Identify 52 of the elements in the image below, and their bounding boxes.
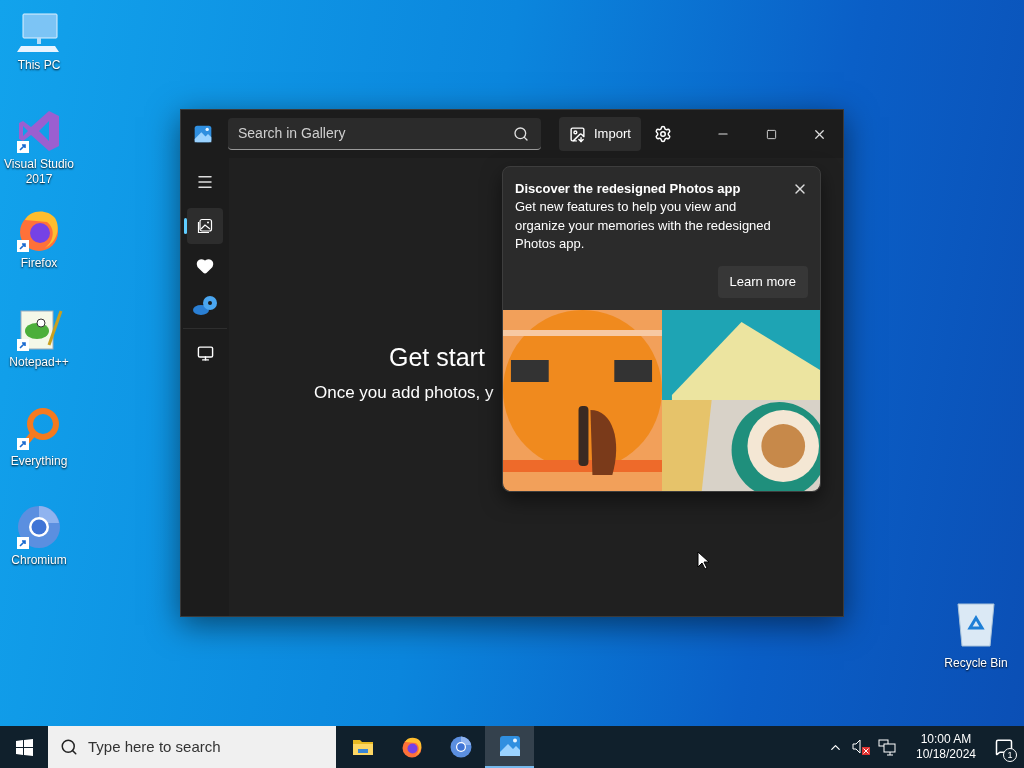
sidebar-item[interactable] [187,208,223,244]
settings-icon [653,125,672,143]
desktop-icon[interactable]: Firefox [1,206,77,305]
desktop-icon-label: Recycle Bin [944,656,1008,671]
desktop-icon-label: Firefox [20,256,58,271]
empty-state-title: Get start [389,342,486,373]
selection-indicator [184,218,187,234]
search-icon [513,125,529,142]
heart-icon [196,257,214,275]
chromium-icon [448,735,473,759]
desktop-icon[interactable]: This PC [1,8,77,107]
desktop-icon[interactable]: Recycle Bin [940,600,1012,671]
notification-icon [995,738,1013,756]
desktop-icon[interactable]: Visual Studio 2017 [1,107,77,206]
cloud-disc-icon [192,295,218,317]
notifications-button[interactable]: 1 [984,726,1024,768]
desktop-icon[interactable]: Chromium [1,503,77,602]
clock-time: 10:00 AM [920,732,972,747]
search-input[interactable]: Search in Gallery [238,123,513,144]
desktop-icon-label: Chromium [11,553,67,568]
monitor-icon [196,344,214,362]
muted-speaker-icon [852,739,870,755]
desktop-icon-label: Notepad++ [9,355,69,370]
import-button[interactable]: Import [559,117,641,151]
photos-icon [497,734,522,758]
search-icon [60,738,78,756]
popup-message: Get new features to help you view and organize your memories with the redesigned Photos app. [515,198,772,253]
taskbar-search-input[interactable]: Type here to search [88,735,336,759]
network-icon [878,738,896,756]
clock-date: 10/18/2024 [915,747,977,762]
import-icon [569,125,586,143]
taskbar-search-field[interactable]: Type here to search [48,726,336,768]
windows-logo-icon [15,738,33,756]
search-field[interactable]: Search in Gallery [228,118,541,150]
empty-state-message: Once you add photos, y [314,382,495,404]
notification-count: 1 [1003,748,1017,762]
desktop-icon[interactable]: Notepad++ [1,305,77,404]
mouse-cursor-icon [697,551,709,570]
popup-title: Discover the redesigned Photos app [515,180,742,198]
taskbar-app-button[interactable] [485,726,534,768]
picture-frame-icon [197,218,213,234]
learn-more-button[interactable]: Learn more [717,265,808,298]
chromium-icon [15,503,63,551]
desktop-icon-label: This PC [17,58,61,73]
app-logo-icon [193,124,213,144]
desktop-icon-label: Everything [10,454,68,469]
recycle-bin-icon [954,600,998,648]
clock[interactable]: 10:00 AM 10/18/2024 [908,732,984,762]
desktop-icon[interactable]: Everything [1,404,77,503]
maximize-icon [765,128,777,140]
menu-icon [196,173,214,191]
desktop-icon-label: Visual Studio 2017 [3,157,75,187]
